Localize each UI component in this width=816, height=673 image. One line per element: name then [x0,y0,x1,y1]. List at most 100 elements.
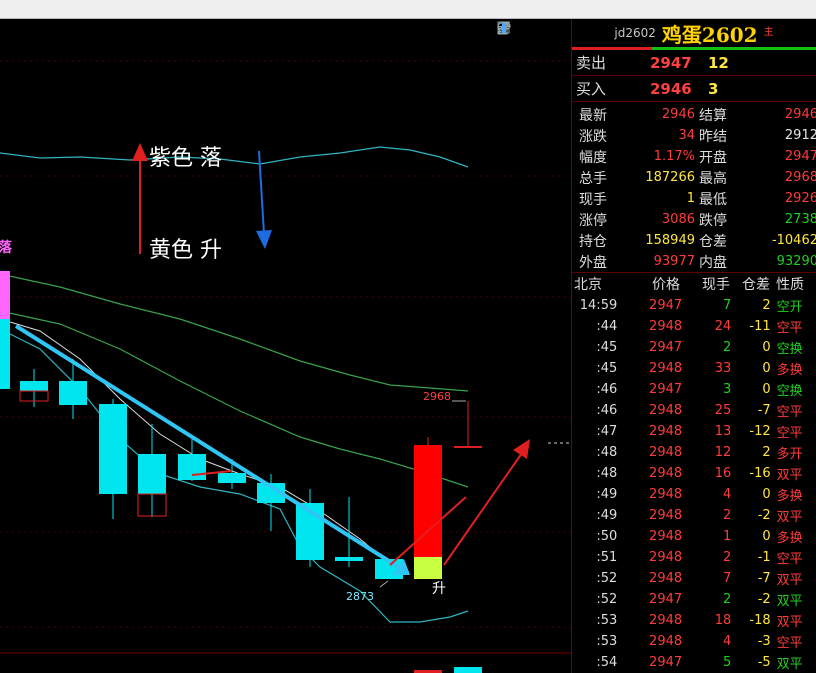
rise-marker: 升 [432,581,446,597]
kline-chart-svg: 紫色 落 黄色 升 落 升 2968 2873 [0,60,571,673]
stat-label: 昨结 [699,128,727,145]
trade-diff: -2 [757,592,771,607]
trade-price: 2948 [649,445,683,460]
trade-nature: 多换 [776,531,803,546]
trade-row[interactable]: :49 2948 2 -2 双平 [572,505,816,526]
candle [59,381,87,405]
trade-time: :53 [596,613,618,628]
trade-price: 2947 [649,340,683,355]
stat-value: 158949 [645,233,695,248]
candle-purple [0,271,10,319]
grid-icon[interactable] [497,21,547,35]
stat-label: 结算 [699,107,727,124]
sell-price: 2947 [650,53,692,72]
trade-nature: 空平 [776,552,803,567]
buy-row[interactable]: 买入 2946 3 [572,76,816,102]
trade-time: :45 [596,361,618,376]
trade-diff: 0 [762,361,771,376]
stat-label: 最新 [579,107,607,124]
kline-chart[interactable]: 紫色 落 黄色 升 落 升 2968 2873 [0,19,571,673]
trade-volume: 13 [714,424,732,439]
stat-value: 93977 [653,254,695,269]
layout-icon[interactable] [497,21,565,35]
trade-price: 2947 [649,298,683,313]
trade-row[interactable]: :47 2948 13 -12 空平 [572,421,816,442]
stat-value: 2947 [784,149,816,164]
candle [20,381,48,391]
trade-row[interactable]: 14:59 2947 7 2 空开 [572,295,816,316]
window-top-strip [0,0,816,19]
ma-line-green [0,273,469,392]
trade-row[interactable]: :52 2947 2 -2 双平 [572,589,816,610]
pencil-icon[interactable] [498,21,529,35]
trade-row[interactable]: :54 2947 5 -5 双平 [572,652,816,673]
stat-value: 3086 [661,212,695,227]
trade-row[interactable]: :48 2948 12 2 多开 [572,442,816,463]
stat-row: 最新 2946 结算 2946 [572,104,816,125]
trade-diff: -1 [757,550,771,565]
col-time: 北京 [574,277,602,293]
purple-fall-label: 紫色 落 [149,146,222,171]
trade-time: :50 [596,529,618,544]
stat-label: 最高 [699,170,727,187]
trade-row[interactable]: :53 2948 4 -3 空平 [572,631,816,652]
stat-value: 1 [686,191,695,206]
arrow-red-long [443,452,523,566]
trade-row[interactable]: :44 2948 24 -11 空平 [572,316,816,337]
trade-volume: 12 [714,445,732,460]
trade-diff: -18 [749,613,771,628]
trade-volume: 7 [723,571,732,586]
stat-value: 2946 [661,107,695,122]
buy-sell-ratio-bar [572,47,816,50]
sell-row[interactable]: 卖出 2947 12 [572,50,816,76]
candle [0,319,10,389]
arrow-down-blue-head [256,230,272,249]
trade-volume: 2 [723,550,732,565]
stat-value: 2968 [784,170,816,185]
stat-value: 34 [678,128,695,143]
trade-row[interactable]: :50 2948 1 0 多换 [572,526,816,547]
trade-row[interactable]: :51 2948 2 -1 空平 [572,547,816,568]
trade-row[interactable]: :46 2947 3 0 空换 [572,379,816,400]
trade-price: 2948 [649,403,683,418]
trade-row[interactable]: :46 2948 25 -7 空平 [572,400,816,421]
stat-label: 外盘 [579,254,607,271]
stat-row: 外盘 93977 内盘 93290 [572,251,816,272]
trade-nature: 空平 [776,321,803,336]
trade-row[interactable]: :45 2947 2 0 空换 [572,337,816,358]
trade-time: :46 [596,382,618,397]
trade-volume: 1 [723,529,732,544]
trade-price: 2948 [649,613,683,628]
trade-time: :52 [596,571,618,586]
trade-diff: -7 [757,403,771,418]
low-marker-line [379,580,389,588]
stat-label: 跌停 [699,212,727,229]
trade-nature: 多换 [776,489,803,504]
trade-row[interactable]: :45 2948 33 0 多换 [572,358,816,379]
trade-volume: 33 [714,361,732,376]
trade-diff: 0 [762,529,771,544]
main-contract-marker: 主 [763,27,774,38]
stat-value: 187266 [645,170,695,185]
contract-name: 鸡蛋2602 [661,22,758,47]
trade-diff: -16 [749,466,771,481]
stat-label: 仓差 [699,233,727,250]
trade-volume: 3 [723,382,732,397]
trend-line-blue [14,324,410,575]
stat-row: 总手 187266 最高 2968 [572,167,816,188]
trade-row[interactable]: :53 2948 18 -18 双平 [572,610,816,631]
contract-code: jd2602 [614,26,656,40]
trade-row[interactable]: :52 2948 7 -7 双平 [572,568,816,589]
trade-diff: 2 [762,298,771,313]
trade-time: 14:59 [579,298,618,313]
high-price-label: 2968 [423,390,451,403]
yellow-rise-label: 黄色 升 [149,238,222,263]
trade-row[interactable]: :49 2948 4 0 多换 [572,484,816,505]
trade-price: 2948 [649,466,683,481]
trade-diff: -7 [757,571,771,586]
trade-nature: 双平 [776,573,803,588]
buy-price: 2946 [650,79,692,98]
trade-row[interactable]: :48 2948 16 -16 双平 [572,463,816,484]
trades-list: 14:59 2947 7 2 空开:44 2948 24 -11 空平:45 2947 2 0 空换:4… [572,295,816,673]
trade-price: 2947 [649,382,683,397]
